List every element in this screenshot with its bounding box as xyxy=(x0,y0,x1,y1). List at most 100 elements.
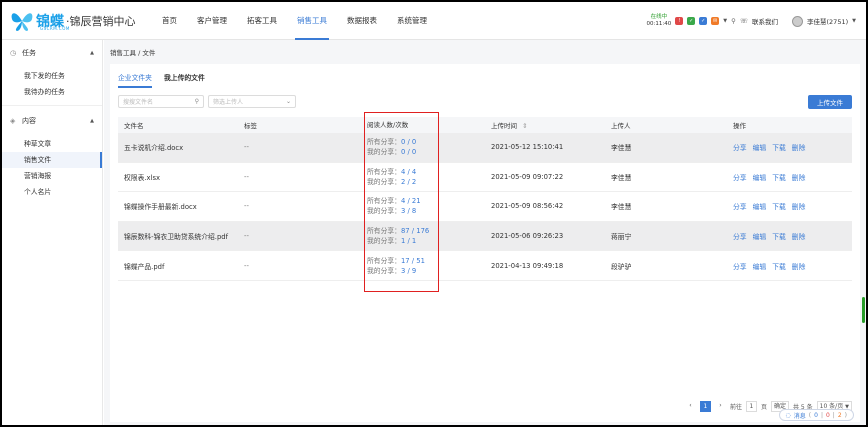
next-page-button[interactable]: › xyxy=(715,401,726,412)
goto-page-input[interactable]: 1 xyxy=(745,401,757,412)
sidebar-group-label: 任务 xyxy=(22,49,36,57)
delete-button[interactable]: 删除 xyxy=(792,261,806,271)
task-icon[interactable]: ✓ xyxy=(699,17,708,25)
delete-button[interactable]: 删除 xyxy=(792,142,806,152)
search-icon[interactable]: ⚲ xyxy=(195,98,199,105)
share-all-count[interactable]: 4 / 4 xyxy=(401,168,416,176)
file-name[interactable]: 五卡说机介绍.docx xyxy=(118,142,240,152)
nav-customers[interactable]: 客户管理 xyxy=(187,2,237,40)
delete-button[interactable]: 删除 xyxy=(792,172,806,182)
check-icon[interactable]: ✓ xyxy=(687,17,696,25)
edit-button[interactable]: 编辑 xyxy=(753,261,767,271)
nav-prospecting[interactable]: 拓客工具 xyxy=(237,2,287,40)
search-icon[interactable]: ⚲ xyxy=(731,17,736,25)
share-all-count[interactable]: 17 / 51 xyxy=(401,257,425,265)
sidebar-item-issued-tasks[interactable]: 我下发的任务 xyxy=(2,68,102,84)
sidebar-item-sales-files[interactable]: 销售文件 xyxy=(2,152,102,168)
file-tag: -- xyxy=(244,232,249,241)
header-upload-time-label: 上传时间 xyxy=(491,122,517,130)
file-name[interactable]: 锦蝶产品.pdf xyxy=(118,261,240,271)
sidebar-item-todo-tasks[interactable]: 我待办的任务 xyxy=(2,84,102,100)
share-mine-count[interactable]: 3 / 8 xyxy=(401,207,416,215)
edit-button[interactable]: 编辑 xyxy=(753,172,767,182)
download-button[interactable]: 下载 xyxy=(772,172,786,182)
nav-reports[interactable]: 数据报表 xyxy=(337,2,387,40)
share-all-count[interactable]: 0 / 0 xyxy=(401,138,416,146)
mail-icon[interactable]: ✉ xyxy=(711,17,720,25)
chevron-down-icon[interactable]: ▼ xyxy=(723,18,727,24)
nav-sales-tools[interactable]: 销售工具 xyxy=(287,2,337,40)
table-row: 锦蝶产品.pdf -- 所有分享：17 / 51 我的分享：3 / 9 2021… xyxy=(118,251,852,281)
avatar[interactable] xyxy=(792,15,804,27)
upload-file-button[interactable]: 上传文件 xyxy=(808,95,852,109)
sidebar-item-business-card[interactable]: 个人名片 xyxy=(2,184,102,200)
upload-time: 2021-05-12 15:10:41 xyxy=(491,143,564,152)
upload-time: 2021-05-09 09:07:22 xyxy=(491,172,564,181)
content-panel: 企业文件夹 我上传的文件 搜搜文件名 ⚲ 筛选上传人 ⌄ 上传文件 文件名 标签 xyxy=(110,64,860,422)
share-button[interactable]: 分享 xyxy=(733,201,747,211)
nav-system[interactable]: 系统管理 xyxy=(387,2,437,40)
header-upload-time[interactable]: 上传时间 ⇕ xyxy=(485,120,607,130)
sort-icon[interactable]: ⇕ xyxy=(522,122,527,130)
delete-button[interactable]: 删除 xyxy=(792,231,806,241)
table-row: 五卡说机介绍.docx -- 所有分享：0 / 0 我的分享：0 / 0 202… xyxy=(118,133,852,163)
share-mine-label: 我的分享： xyxy=(367,177,401,186)
share-all-count[interactable]: 87 / 176 xyxy=(401,227,429,235)
share-mine-count[interactable]: 1 / 1 xyxy=(401,237,416,245)
download-button[interactable]: 下载 xyxy=(772,261,786,271)
share-mine-count[interactable]: 2 / 2 xyxy=(401,178,416,186)
share-all-count[interactable]: 4 / 21 xyxy=(401,197,421,205)
uploader-select[interactable]: 筛选上传人 ⌄ xyxy=(208,95,296,108)
header-tag: 标签 xyxy=(244,122,257,130)
read-stats: 所有分享：17 / 51 我的分享：3 / 9 xyxy=(363,256,485,276)
nav-home[interactable]: 首页 xyxy=(152,2,187,40)
sidebar-item-articles[interactable]: 种草文章 xyxy=(2,136,102,152)
breadcrumb: 销售工具 / 文件 xyxy=(110,49,156,57)
tab-company-folder[interactable]: 企业文件夹 xyxy=(118,72,152,88)
share-button[interactable]: 分享 xyxy=(733,142,747,152)
share-mine-count[interactable]: 3 / 9 xyxy=(401,267,416,275)
sidebar-group-label: 内容 xyxy=(22,117,36,125)
read-stats: 所有分享：4 / 21 我的分享：3 / 8 xyxy=(363,196,485,216)
butterfly-logo-icon xyxy=(10,10,34,32)
message-count-1: 0 xyxy=(814,411,818,419)
tab-my-uploads[interactable]: 我上传的文件 xyxy=(164,72,205,88)
file-name[interactable]: 锦蝶操作手册最新.docx xyxy=(118,201,240,211)
user-name[interactable]: 李佳慧(2751) xyxy=(807,16,848,26)
file-name[interactable]: 权限表.xlsx xyxy=(118,172,240,182)
share-button[interactable]: 分享 xyxy=(733,172,747,182)
page-number[interactable]: 1 xyxy=(699,401,711,412)
sidebar-group-tasks[interactable]: ◷ 任务 ▲ xyxy=(2,42,102,64)
logo[interactable]: 锦蝶 ·锦辰营销中心 GSCRM.COM xyxy=(10,10,136,32)
delete-button[interactable]: 删除 xyxy=(792,201,806,211)
share-mine-count[interactable]: 0 / 0 xyxy=(401,148,416,156)
share-mine-label: 我的分享： xyxy=(367,207,401,216)
search-input[interactable]: 搜搜文件名 ⚲ xyxy=(118,95,204,108)
sidebar-group-content[interactable]: ◈ 内容 ▲ xyxy=(2,110,102,132)
share-button[interactable]: 分享 xyxy=(733,231,747,241)
sidebar-item-posters[interactable]: 营销海报 xyxy=(2,168,102,184)
scrollbar-thumb[interactable] xyxy=(862,297,865,323)
download-button[interactable]: 下载 xyxy=(772,231,786,241)
filters: 搜搜文件名 ⚲ 筛选上传人 ⌄ xyxy=(118,95,296,108)
uploader: 蒋丽宁 xyxy=(611,233,632,242)
share-button[interactable]: 分享 xyxy=(733,261,747,271)
uploader-placeholder: 筛选上传人 xyxy=(213,99,244,106)
header-file-name: 文件名 xyxy=(124,122,144,130)
contact-us-link[interactable]: 联系我们 xyxy=(752,16,778,26)
alert-icon[interactable]: ! xyxy=(675,17,684,25)
file-tag: -- xyxy=(244,143,249,152)
download-button[interactable]: 下载 xyxy=(772,201,786,211)
download-button[interactable]: 下载 xyxy=(772,142,786,152)
prev-page-button[interactable]: ‹ xyxy=(685,401,696,412)
edit-button[interactable]: 编辑 xyxy=(753,142,767,152)
edit-button[interactable]: 编辑 xyxy=(753,231,767,241)
search-placeholder: 搜搜文件名 xyxy=(123,99,154,106)
upload-time: 2021-05-06 09:26:23 xyxy=(491,232,564,241)
files-table: 文件名 标签 阅读人数/次数 上传时间 ⇕ 上传人 操作 五卡说机介绍.docx… xyxy=(118,117,852,281)
file-name[interactable]: 锦辰数科-锦衣卫助贷系统介绍.pdf xyxy=(118,231,240,241)
layers-icon: ◈ xyxy=(10,117,16,125)
user-menu-chevron-icon[interactable]: ▼ xyxy=(852,18,856,24)
edit-button[interactable]: 编辑 xyxy=(753,201,767,211)
message-bar[interactable]: ◌ 消息 ( 0 | 0 | 2 ) xyxy=(778,409,854,421)
